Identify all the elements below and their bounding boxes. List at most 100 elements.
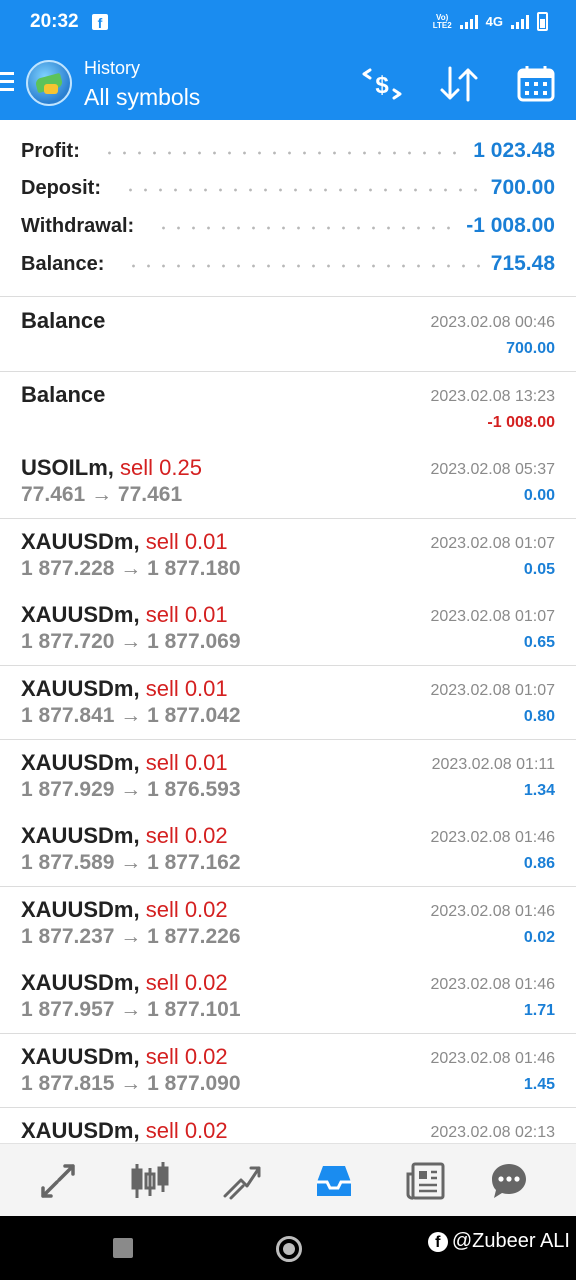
deal-profit: 700.00 <box>506 340 555 357</box>
summary-label: Deposit: <box>21 176 101 199</box>
deal-profit: 0.05 <box>523 560 555 578</box>
home-button[interactable] <box>276 1236 302 1262</box>
deal-prices: 1 877.841 → 1 877.042 <box>21 704 241 727</box>
deal-row[interactable]: XAUUSDm, sell 0.02 1 877.589 → 1 877.162 2… <box>0 813 576 888</box>
deal-side: sell 0.01 <box>145 602 228 628</box>
deal-row[interactable]: XAUUSDm, sell 0.01 1 877.720 → 1 877.069 2… <box>0 592 576 667</box>
deal-datetime: 2023.02.08 00:46 <box>430 314 555 331</box>
deal-datetime: 2023.02.08 13:23 <box>430 387 555 405</box>
sort-icon[interactable] <box>438 64 480 104</box>
deal-profit: 1.34 <box>523 781 555 799</box>
deal-datetime: 2023.02.08 02:13 <box>430 1123 555 1141</box>
dotted-leader <box>101 151 464 155</box>
deal-row[interactable]: USOILm, sell 0.25 77.461 → 77.461 2023.02.… <box>0 445 576 520</box>
deal-datetime: 2023.02.08 01:07 <box>430 608 555 626</box>
deal-profit: 0.02 <box>523 928 555 946</box>
menu-icon[interactable] <box>0 72 14 96</box>
deal-prices: 1 877.589 → 1 877.162 <box>21 851 241 875</box>
deal-datetime: 2023.02.08 01:46 <box>430 976 555 994</box>
summary-deposit: Deposit: 700.00 <box>21 173 555 203</box>
deal-side: sell 0.01 <box>145 749 228 775</box>
deal-side: sell 0.02 <box>145 896 228 922</box>
deal-row[interactable]: Balance 2023.02.08 13:23 -1 008.00 <box>0 371 576 446</box>
dotted-leader <box>156 226 457 230</box>
deal-symbol: XAUUSDm, sell 0.01 <box>21 602 228 628</box>
deal-symbol-text: XAUUSDm, <box>21 528 140 554</box>
deal-side: sell 0.01 <box>145 676 228 701</box>
deal-symbol-text: Balance <box>21 381 106 407</box>
watermark-text: @Zubeer ALI <box>451 1230 570 1252</box>
currency-filter-icon[interactable]: $ <box>360 64 404 104</box>
chat-bubble-icon[interactable] <box>488 1160 530 1202</box>
signal-icon-2 <box>511 14 529 29</box>
deal-profit: 1.71 <box>523 1002 555 1020</box>
battery-icon <box>537 12 548 31</box>
volte-icon: Vo) LTE2 <box>432 12 452 30</box>
deal-profit: 0.86 <box>523 855 555 873</box>
deal-symbol: XAUUSDm, sell 0.02 <box>21 1118 228 1144</box>
deal-datetime: 2023.02.08 01:11 <box>431 755 555 773</box>
deal-symbol-text: XAUUSDm, <box>21 602 140 628</box>
deal-datetime: 2023.02.08 01:07 <box>430 534 555 552</box>
deal-side: sell 0.02 <box>145 823 228 849</box>
inbox-icon[interactable] <box>313 1160 355 1202</box>
summary-value: 715.48 <box>490 252 555 275</box>
deal-profit: -1 008.00 <box>487 413 555 431</box>
network-type: 4G <box>485 14 503 29</box>
deal-symbol: XAUUSDm, sell 0.02 <box>21 823 228 849</box>
summary-value: 700.00 <box>490 176 555 199</box>
deal-datetime: 2023.02.08 01:46 <box>430 902 555 920</box>
deal-side: sell 0.02 <box>145 1117 228 1143</box>
app-header: History All symbols $ <box>0 46 576 120</box>
deal-row[interactable]: XAUUSDm, sell 0.01 1 877.841 → 1 877.042 2… <box>0 666 576 740</box>
deal-symbol: Balance <box>21 308 105 334</box>
deal-row[interactable]: XAUUSDm, sell 0.02 1 877.957 → 1 877.101 2… <box>0 960 576 1035</box>
summary-label: Balance: <box>21 252 105 275</box>
trade-trend-icon[interactable] <box>221 1160 263 1202</box>
deal-symbol-text: XAUUSDm, <box>21 1117 140 1143</box>
deal-symbol-text: USOILm, <box>21 455 114 481</box>
deal-symbol: Balance <box>21 382 105 408</box>
deal-symbol-text: XAUUSDm, <box>21 676 140 701</box>
deal-side: sell 0.02 <box>145 970 228 996</box>
deal-row[interactable]: XAUUSDm, sell 0.01 1 877.929 → 1 876.593 2… <box>0 739 576 814</box>
deal-symbol-text: XAUUSDm, <box>21 896 140 922</box>
deal-prices: 1 877.957 → 1 877.101 <box>21 998 241 1022</box>
deal-prices: 1 877.720 → 1 877.069 <box>21 630 241 654</box>
summary-value: -1 008.00 <box>466 214 555 237</box>
summary-label: Withdrawal: <box>21 214 135 237</box>
newspaper-icon[interactable] <box>405 1160 447 1202</box>
deal-symbol: XAUUSDm, sell 0.02 <box>21 897 228 923</box>
recent-apps-button[interactable] <box>113 1238 133 1258</box>
deal-symbol: USOILm, sell 0.25 <box>21 455 202 481</box>
calendar-icon[interactable] <box>516 64 556 104</box>
deal-row[interactable]: XAUUSDm, sell 0.02 1 877.815 → 1 877.090 2… <box>0 1034 576 1108</box>
symbol-filter-label[interactable]: All symbols <box>84 84 200 111</box>
deal-datetime: 2023.02.08 01:46 <box>430 1050 555 1067</box>
deal-symbol: XAUUSDm, sell 0.02 <box>21 1044 228 1070</box>
summary-label: Profit: <box>21 139 80 162</box>
deal-datetime: 2023.02.08 05:37 <box>430 461 555 479</box>
deal-symbol-text: Balance <box>21 308 106 333</box>
bottom-tab-bar <box>0 1143 576 1216</box>
candlestick-icon[interactable] <box>129 1160 171 1202</box>
deal-prices: 1 877.815 → 1 877.090 <box>21 1072 241 1095</box>
summary-value: 1 023.48 <box>473 139 555 162</box>
deal-profit: 1.45 <box>523 1076 555 1093</box>
deal-symbol-text: XAUUSDm, <box>21 1044 140 1069</box>
deal-profit: 0.80 <box>523 708 555 725</box>
deal-prices: 1 877.237 → 1 877.226 <box>21 924 241 948</box>
facebook-notification-icon: f <box>92 14 108 31</box>
deal-row[interactable]: XAUUSDm, sell 0.01 1 877.228 → 1 877.180 2… <box>0 518 576 593</box>
quotes-arrows-icon[interactable] <box>37 1160 79 1202</box>
deal-row[interactable]: Balance 2023.02.08 00:46 700.00 <box>0 298 576 372</box>
deal-row[interactable]: XAUUSDm, sell 0.02 1 877.237 → 1 877.226 2… <box>0 886 576 961</box>
deal-side: sell 0.25 <box>120 455 202 481</box>
deal-symbol: XAUUSDm, sell 0.01 <box>21 676 228 702</box>
svg-text:$: $ <box>375 72 389 99</box>
deal-profit: 0.00 <box>523 487 555 505</box>
deal-symbol: XAUUSDm, sell 0.01 <box>21 750 228 776</box>
deal-symbol-text: XAUUSDm, <box>21 970 140 996</box>
status-bar: 20:32 f Vo) LTE2 4G <box>0 0 576 46</box>
deal-symbol-text: XAUUSDm, <box>21 749 140 775</box>
